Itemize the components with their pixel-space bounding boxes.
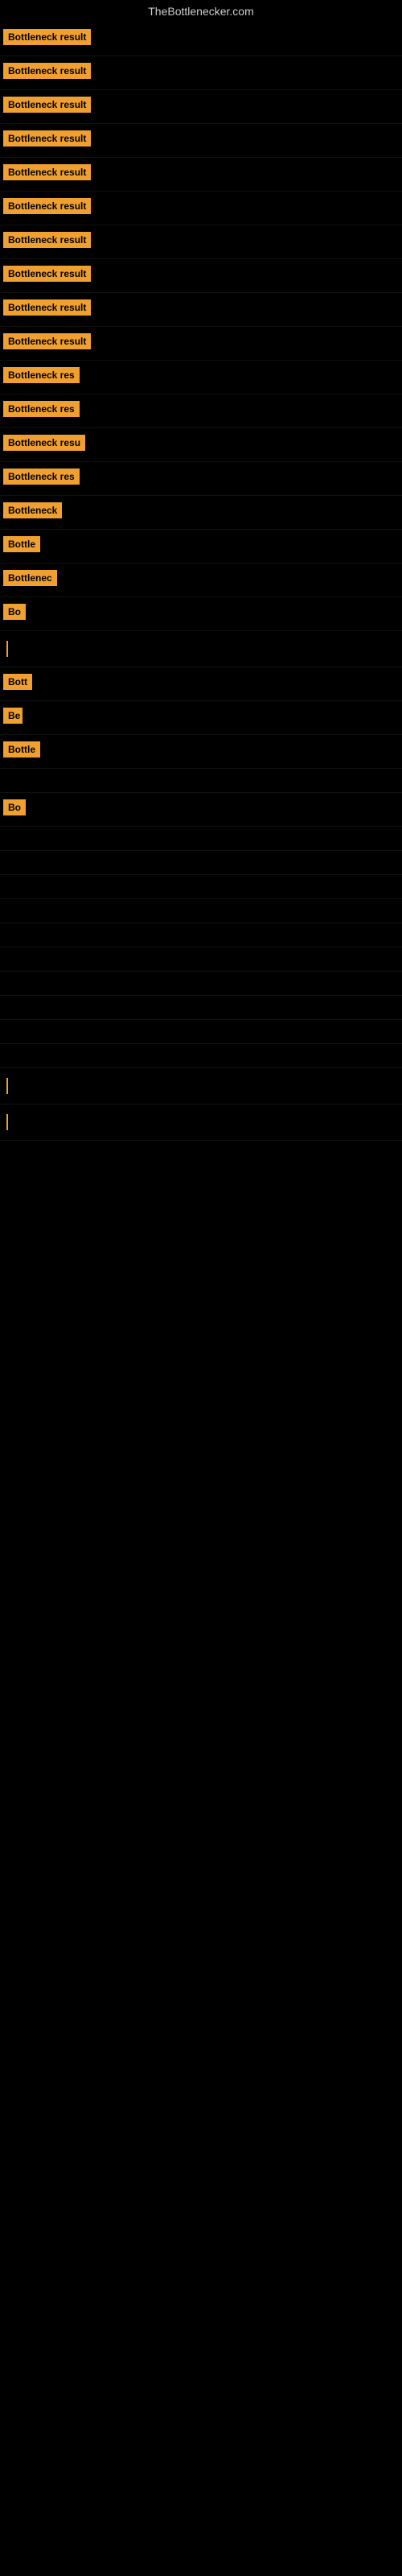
bottleneck-badge[interactable]: Bottleneck result [3,299,91,316]
list-item: Bottleneck result [0,192,402,225]
list-item [0,769,402,793]
bottleneck-badge[interactable]: Bottleneck result [3,97,91,113]
list-item [0,996,402,1020]
list-item [0,827,402,851]
bottleneck-badge[interactable]: Bottlenec [3,570,57,586]
bottleneck-badge[interactable]: Bottleneck result [3,63,91,79]
bottleneck-line-indicator [6,1114,8,1130]
list-item [0,1104,402,1141]
list-item: Bottle [0,530,402,564]
bottleneck-badge[interactable]: Bottleneck result [3,232,91,248]
list-item: Bottleneck result [0,327,402,361]
list-item: Bottleneck resu [0,428,402,462]
list-item: Bottleneck res [0,462,402,496]
bottleneck-badge[interactable]: Bottleneck result [3,130,91,147]
list-item: Bott [0,667,402,701]
list-item: Bottlenec [0,564,402,597]
bottleneck-badge[interactable]: Bottle [3,741,40,758]
list-item [0,631,402,667]
list-item [0,851,402,875]
list-item: Bottleneck res [0,394,402,428]
bottleneck-badge[interactable]: Bottle [3,536,40,552]
list-item: Bottleneck result [0,90,402,124]
bottleneck-badge[interactable]: Bottleneck res [3,401,80,417]
bottleneck-badge[interactable]: Bottleneck result [3,29,91,45]
list-item: Bottleneck result [0,293,402,327]
bottleneck-badge[interactable]: Bottleneck res [3,469,80,485]
bottleneck-badge[interactable]: Bottleneck result [3,333,91,349]
bottleneck-line-indicator [6,1078,8,1094]
bottleneck-badge[interactable]: Bottleneck result [3,198,91,214]
bottleneck-badge[interactable]: Bottleneck [3,502,62,518]
site-title: TheBottlenecker.com [0,0,402,23]
list-item [0,899,402,923]
list-item: Bottle [0,735,402,769]
bottleneck-badge[interactable]: Bo [3,799,26,815]
bottleneck-badge[interactable]: Bo [3,604,26,620]
list-item: Bottleneck result [0,158,402,192]
list-item [0,923,402,947]
list-item [0,947,402,972]
list-item [0,875,402,899]
bottleneck-badge[interactable]: Bottleneck result [3,164,91,180]
list-item: Bottleneck result [0,124,402,158]
list-item [0,1020,402,1044]
list-item: Bottleneck res [0,361,402,394]
list-item: Bottleneck result [0,259,402,293]
bottleneck-badge[interactable]: Bottleneck result [3,266,91,282]
bottleneck-badge[interactable]: Bottleneck resu [3,435,85,451]
list-item: Bottleneck [0,496,402,530]
bottleneck-badge[interactable]: Bottleneck res [3,367,80,383]
list-item: Bo [0,597,402,631]
list-item: Bottleneck result [0,56,402,90]
list-item [0,972,402,996]
list-item: Bo [0,793,402,827]
list-item: Bottleneck result [0,225,402,259]
list-item [0,1044,402,1068]
bottleneck-badge[interactable]: Bott [3,674,32,690]
list-item: Be [0,701,402,735]
list-item [0,1068,402,1104]
bottleneck-line-indicator [6,641,8,657]
bottleneck-badge[interactable]: Be [3,708,23,724]
list-item: Bottleneck result [0,23,402,56]
